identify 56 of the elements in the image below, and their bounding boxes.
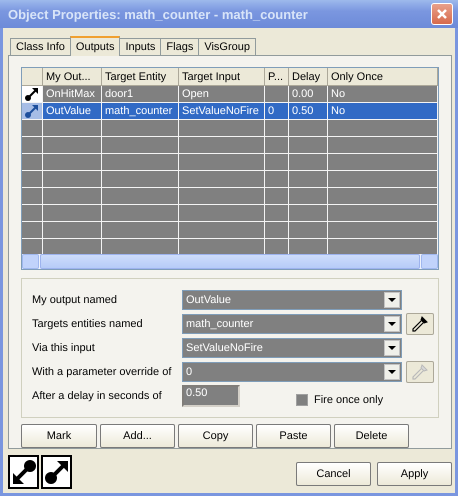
eyedropper-icon bbox=[410, 314, 430, 334]
action-button[interactable]: Add... bbox=[100, 424, 175, 448]
arrow-drawing bbox=[24, 86, 40, 102]
table-cell: door1 bbox=[102, 86, 179, 103]
eyedropper-button[interactable] bbox=[406, 313, 434, 335]
close-icon bbox=[436, 8, 448, 20]
caret-icon bbox=[388, 322, 396, 326]
column-header[interactable]: Delay bbox=[289, 68, 328, 86]
eyedropper-icon bbox=[410, 362, 430, 382]
column-header bbox=[22, 68, 43, 86]
tab[interactable]: VisGroup bbox=[198, 38, 256, 56]
action-button[interactable]: Mark bbox=[21, 424, 97, 448]
field-label: Via this input bbox=[32, 342, 96, 354]
table-cell: No bbox=[328, 103, 438, 120]
field-label: My output named bbox=[32, 294, 118, 306]
delay-field[interactable]: 0.50 bbox=[182, 385, 240, 407]
field-label: With a parameter override of bbox=[32, 366, 172, 378]
column-header[interactable]: Only Once bbox=[328, 68, 438, 86]
outputs-mode-button[interactable] bbox=[41, 455, 72, 489]
table-cell: 0 bbox=[265, 103, 289, 120]
inputs-mode-button[interactable] bbox=[8, 455, 39, 489]
dropdown-field[interactable]: math_counter bbox=[182, 314, 402, 334]
output-arrow-icon bbox=[44, 458, 70, 486]
dialog-button[interactable]: Cancel bbox=[296, 462, 371, 486]
dropdown-field[interactable]: SetValueNoFire bbox=[182, 338, 402, 358]
close-button[interactable] bbox=[431, 3, 453, 25]
dialog-button[interactable]: Apply bbox=[377, 462, 452, 486]
dropdown-field[interactable]: OutValue bbox=[182, 290, 402, 310]
table-cell: OnHitMax bbox=[43, 86, 102, 103]
caret-icon bbox=[388, 298, 396, 302]
action-button[interactable]: Delete bbox=[334, 424, 409, 448]
table-cell: OutValue bbox=[43, 103, 102, 120]
caret-icon bbox=[388, 370, 396, 374]
field-label: After a delay in seconds of bbox=[32, 390, 163, 402]
action-button[interactable]: Copy bbox=[178, 424, 253, 448]
table-cell: No bbox=[328, 86, 438, 103]
column-header[interactable]: P... bbox=[265, 68, 289, 86]
tab[interactable]: Class Info bbox=[10, 38, 71, 56]
input-arrow-icon bbox=[10, 458, 36, 486]
caret-icon bbox=[388, 346, 396, 350]
column-header[interactable]: Target Input bbox=[179, 68, 265, 86]
dropdown-field[interactable]: 0 bbox=[182, 362, 402, 382]
field-label: Targets entities named bbox=[32, 318, 144, 330]
window-title: Object Properties: math_counter - math_counter bbox=[8, 6, 308, 22]
horizontal-scrollbar[interactable] bbox=[22, 254, 438, 269]
table-cell: math_counter bbox=[102, 103, 179, 120]
arrow-drawing bbox=[24, 103, 40, 119]
column-header[interactable]: My Out... bbox=[43, 68, 102, 86]
table-cell: 0.50 bbox=[289, 103, 328, 120]
table-cell: Open bbox=[179, 86, 265, 103]
tab[interactable]: Outputs bbox=[70, 36, 120, 56]
action-button[interactable]: Paste bbox=[256, 424, 331, 448]
table-cell: 0.00 bbox=[289, 86, 328, 103]
table-cell: SetValueNoFire bbox=[179, 103, 265, 120]
table-cell bbox=[265, 86, 289, 103]
column-header[interactable]: Target Entity bbox=[102, 68, 179, 86]
